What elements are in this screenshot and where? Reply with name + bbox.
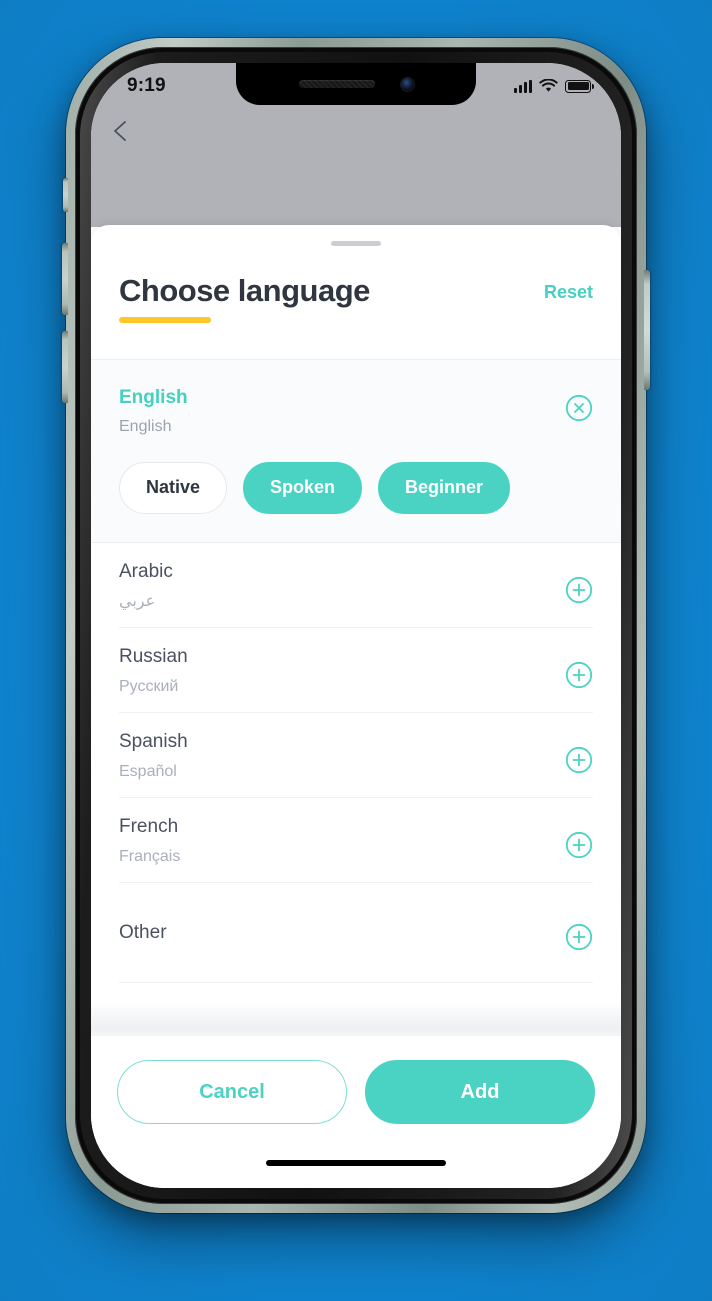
list-item[interactable]: Russian Русский — [119, 628, 593, 713]
list-item-text: Spanish Español — [119, 731, 188, 781]
language-native-name: Français — [119, 847, 181, 865]
circle-plus-icon[interactable] — [565, 923, 593, 951]
language-list: Arabic عربي Russian Русский Spanish Espa… — [91, 542, 621, 1036]
circle-x-icon[interactable] — [565, 394, 593, 422]
selected-language-native-name: English — [119, 417, 172, 435]
phone-bezel-inner: 9:19 Choose language Reset English Engli… — [80, 52, 632, 1199]
list-item-text: Russian Русский — [119, 646, 188, 696]
mute-switch-button[interactable] — [63, 178, 68, 212]
page-title: Choose language — [119, 273, 370, 308]
device-notch — [236, 63, 476, 105]
list-item[interactable]: Other — [119, 883, 593, 983]
circle-plus-icon[interactable] — [565, 746, 593, 774]
language-name: Other — [119, 921, 167, 943]
battery-icon — [565, 79, 594, 93]
language-native-name: Русский — [119, 677, 179, 695]
title-accent-underline — [119, 317, 211, 324]
earpiece-speaker-icon — [298, 80, 375, 88]
circle-plus-icon[interactable] — [565, 576, 593, 604]
level-pill-beginner[interactable]: Beginner — [378, 461, 511, 514]
add-button[interactable]: Add — [365, 1060, 595, 1124]
language-name: Spanish — [119, 730, 188, 752]
level-pill-spoken[interactable]: Spoken — [243, 461, 363, 514]
phone-device-frame: 9:19 Choose language Reset English Engli… — [62, 38, 650, 1213]
home-indicator[interactable] — [266, 1160, 446, 1166]
language-name: Arabic — [119, 560, 173, 582]
proficiency-level-group: Native Spoken Beginner — [119, 461, 593, 514]
list-item-text: Arabic عربي — [119, 561, 173, 611]
list-item-text: Other — [119, 922, 167, 945]
volume-up-button[interactable] — [62, 243, 68, 315]
cancel-button[interactable]: Cancel — [117, 1060, 347, 1124]
list-item[interactable]: French Français — [119, 798, 593, 883]
language-native-name: Español — [119, 762, 177, 780]
selected-language-row: English English — [119, 386, 593, 436]
front-camera-icon — [400, 77, 414, 91]
phone-bezel: 9:19 Choose language Reset English Engli… — [75, 47, 637, 1204]
status-bar-indicators — [514, 79, 594, 93]
list-item-text: French Français — [119, 816, 180, 866]
selected-language-block: English English Native Spoken Beginner — [91, 360, 621, 543]
volume-down-button[interactable] — [62, 331, 68, 403]
circle-plus-icon[interactable] — [565, 661, 593, 689]
phone-screen: 9:19 Choose language Reset English Engli… — [91, 63, 621, 1188]
power-button[interactable] — [644, 270, 650, 390]
back-chevron-icon[interactable] — [109, 119, 133, 143]
choose-language-sheet: Choose language Reset English English Na… — [91, 225, 621, 1188]
wifi-icon — [539, 79, 558, 92]
language-native-name: عربي — [119, 592, 156, 610]
dimmed-background-page — [91, 107, 621, 227]
selected-language-name: English — [119, 387, 188, 409]
circle-plus-icon[interactable] — [565, 831, 593, 859]
status-bar-time: 9:19 — [127, 75, 166, 96]
list-item[interactable]: Spanish Español — [119, 713, 593, 798]
language-name: French — [119, 815, 179, 837]
level-pill-native[interactable]: Native — [119, 461, 228, 514]
title-block: Choose language — [119, 273, 370, 324]
list-scroll-fade — [91, 1002, 621, 1036]
selected-language-text: English English — [119, 386, 188, 436]
sheet-header: Choose language Reset — [91, 246, 621, 324]
list-item[interactable]: Arabic عربي — [119, 543, 593, 628]
reset-button[interactable]: Reset — [544, 274, 593, 303]
language-name: Russian — [119, 645, 188, 667]
cellular-signal-icon — [514, 79, 532, 93]
